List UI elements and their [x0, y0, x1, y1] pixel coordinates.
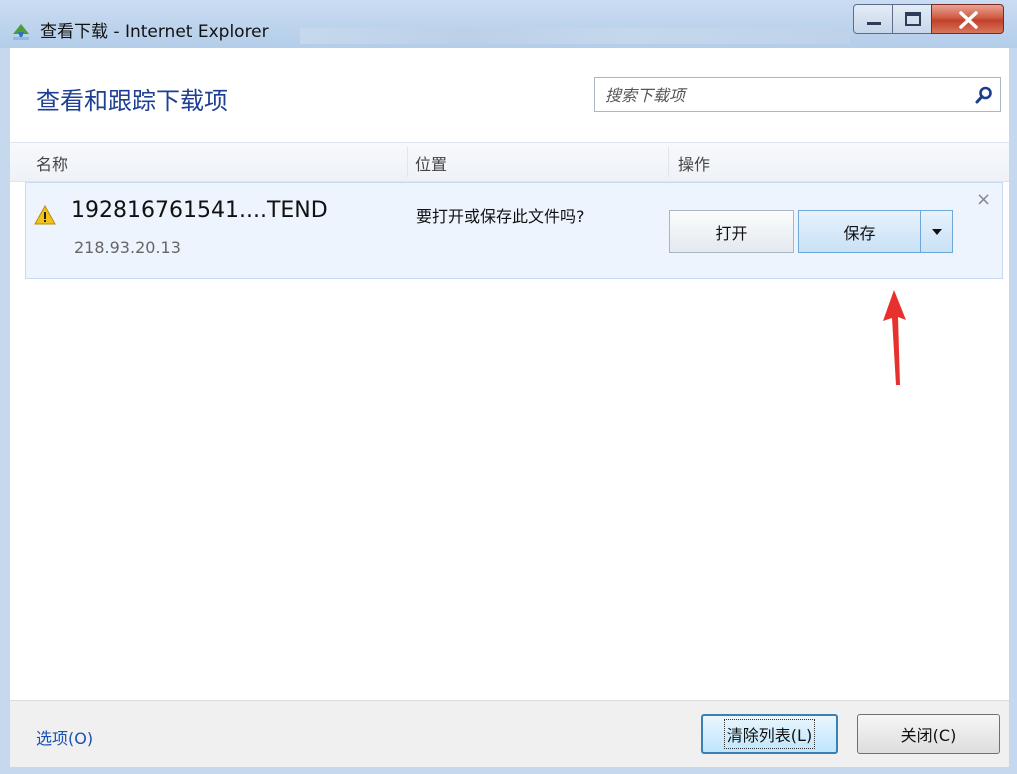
window-frame-bottom: [0, 766, 1017, 774]
dismiss-item-button[interactable]: ×: [976, 191, 991, 209]
window-title-bar: 查看下载 - Internet Explorer: [0, 0, 1017, 48]
title-bar-background: [300, 28, 850, 44]
download-app-icon: [13, 24, 29, 40]
column-header-name[interactable]: 名称: [36, 151, 68, 175]
downloads-panel: 查看和跟踪下载项 名称 位置 操作 192816761541....TEND 2…: [10, 48, 1009, 767]
maximize-icon: [905, 12, 921, 26]
chevron-down-icon: [931, 228, 942, 235]
column-header-bar: 名称 位置 操作: [10, 142, 1009, 182]
save-button[interactable]: 保存: [798, 210, 921, 253]
warning-icon: [34, 205, 56, 225]
download-file-name: 192816761541....TEND: [71, 198, 328, 223]
column-header-actions[interactable]: 操作: [678, 151, 710, 175]
column-divider: [668, 147, 669, 177]
download-source-host: 218.93.20.13: [74, 238, 181, 257]
save-button-label: 保存: [843, 223, 876, 243]
window-title: 查看下载 - Internet Explorer: [40, 22, 269, 42]
window-frame-right: [1009, 48, 1017, 774]
window-frame-left: [0, 48, 10, 774]
open-button[interactable]: 打开: [669, 210, 794, 253]
search-input[interactable]: [603, 82, 957, 109]
close-button[interactable]: 关闭(C): [857, 714, 1000, 754]
page-title: 查看和跟踪下载项: [36, 87, 228, 115]
minimize-button[interactable]: [853, 4, 893, 34]
clear-list-button[interactable]: 清除列表(L): [701, 714, 838, 754]
footer-bar: 选项(O) 清除列表(L) 关闭(C): [10, 700, 1009, 767]
clear-list-label: 清除列表(L): [723, 719, 816, 749]
close-button-label: 关闭(C): [900, 726, 957, 745]
close-icon: [959, 11, 978, 29]
column-header-location[interactable]: 位置: [415, 151, 447, 175]
window-close-button[interactable]: [931, 4, 1004, 34]
open-button-label: 打开: [715, 223, 748, 243]
minimize-icon: [867, 22, 881, 25]
column-divider: [407, 147, 408, 177]
search-icon[interactable]: [974, 85, 994, 105]
download-prompt: 要打开或保存此文件吗?: [416, 207, 585, 226]
annotation-arrow-icon: [883, 290, 906, 385]
download-item-row[interactable]: 192816761541....TEND 218.93.20.13 要打开或保存…: [25, 182, 1003, 279]
options-link[interactable]: 选项(O): [36, 725, 93, 749]
search-box[interactable]: [594, 77, 1001, 112]
save-options-dropdown[interactable]: [920, 210, 953, 253]
maximize-button[interactable]: [892, 4, 932, 34]
